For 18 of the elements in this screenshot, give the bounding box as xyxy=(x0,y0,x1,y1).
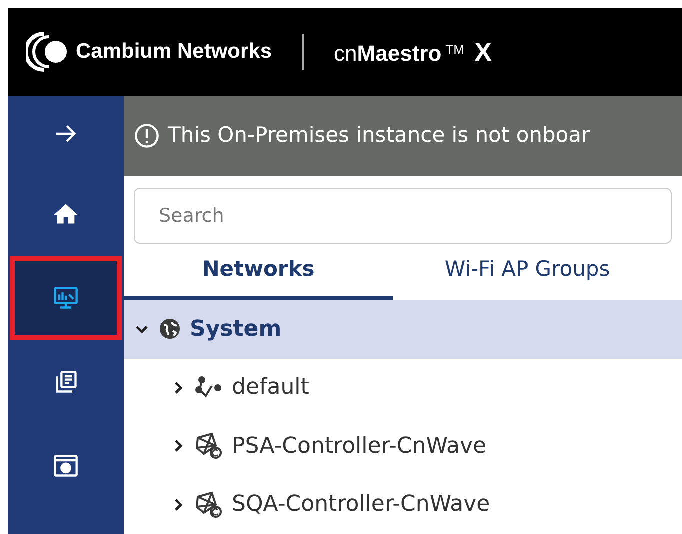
logo-icon xyxy=(26,31,68,73)
search-field[interactable]: Search xyxy=(134,188,672,244)
notice-text: This On-Premises instance is not onboar xyxy=(168,122,590,150)
controller-node-icon xyxy=(194,490,224,519)
tree-label: System xyxy=(190,316,282,344)
globe-icon xyxy=(158,317,182,342)
tree-row[interactable]: System xyxy=(124,300,682,358)
controller-node-icon xyxy=(194,432,224,460)
tree-label: default xyxy=(232,374,310,402)
monitor-chart-icon xyxy=(53,285,79,311)
product-name: cnMaestro $^{TM}$ X xyxy=(334,36,492,68)
tab[interactable]: Wi-Fi AP Groups xyxy=(393,244,662,300)
window-gauge-icon xyxy=(53,453,79,479)
tree-label: SQA-Controller-CnWave xyxy=(232,491,490,520)
network-nodes-icon xyxy=(194,376,224,400)
alert-icon xyxy=(134,123,160,149)
tree-label: PSA-Controller-CnWave xyxy=(232,432,487,461)
brand-name: Cambium Networks xyxy=(76,39,272,66)
